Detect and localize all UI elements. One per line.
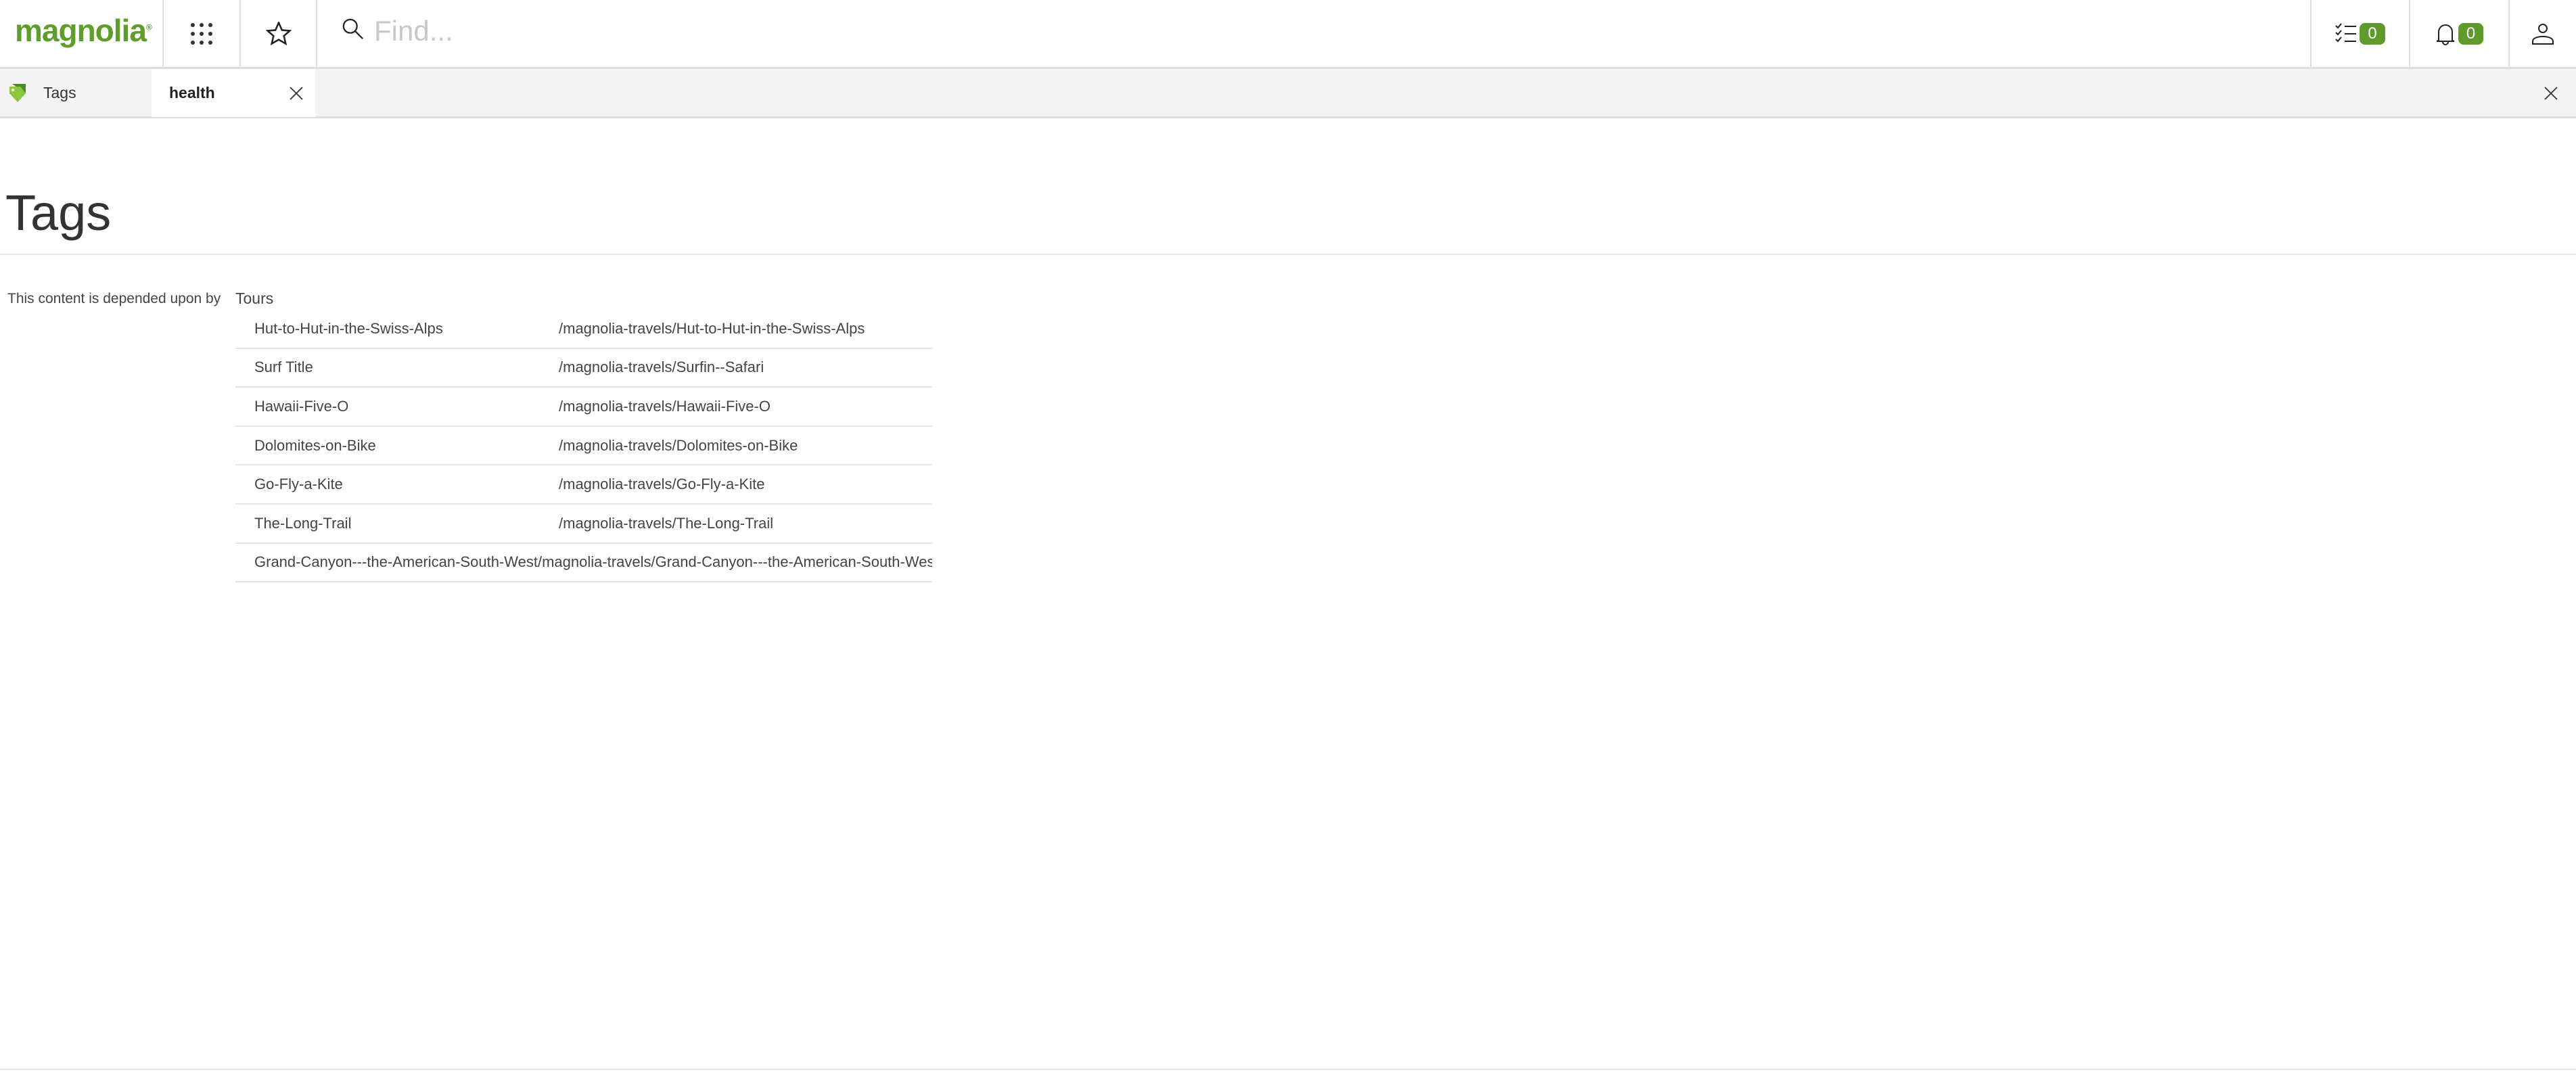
divider: [0, 1069, 2576, 1070]
tasks-count-badge: 0: [2360, 23, 2385, 45]
dependency-name: Hawaii-Five-O: [254, 397, 349, 415]
tab-label: Tags: [43, 83, 76, 101]
favorites-button[interactable]: [241, 0, 316, 68]
tasks-button[interactable]: 0: [2312, 0, 2409, 68]
tasks-icon: [2335, 23, 2357, 43]
page-title: Tags: [5, 185, 112, 241]
dependency-path: /magnolia-travels/Surfin--Safari: [559, 359, 764, 376]
dependency-name: Dolomites-on-Bike: [254, 436, 376, 454]
star-icon: [265, 22, 292, 46]
dependency-name: The-Long-Trail: [254, 514, 352, 532]
table-row[interactable]: The-Long-Trail/magnolia-travels/The-Long…: [235, 505, 932, 544]
table-row[interactable]: Hut-to-Hut-in-the-Swiss-Alps/magnolia-tr…: [235, 310, 932, 349]
close-icon[interactable]: [290, 86, 303, 100]
table-row[interactable]: Surf Title/magnolia-travels/Surfin--Safa…: [235, 349, 932, 388]
logo-text: magnolia: [15, 13, 147, 48]
tab-tags[interactable]: Tags: [0, 69, 150, 116]
dependency-path: /magnolia-travels/Hawaii-Five-O: [559, 397, 770, 415]
grid-icon: [191, 23, 212, 45]
tab-health[interactable]: health: [152, 69, 315, 117]
notifications-button[interactable]: 0: [2410, 0, 2508, 68]
tab-label: health: [169, 84, 215, 101]
search-input[interactable]: Find...: [374, 15, 453, 47]
bell-icon: [2436, 24, 2455, 45]
dependency-table: Hut-to-Hut-in-the-Swiss-Alps/magnolia-tr…: [235, 310, 932, 583]
close-all-tabs-icon[interactable]: [2544, 87, 2558, 100]
dependency-path: /magnolia-travels/Hut-to-Hut-in-the-Swis…: [559, 319, 865, 337]
dependency-name: Grand-Canyon---the-American-South-West: [254, 553, 538, 571]
table-row[interactable]: Dolomites-on-Bike/magnolia-travels/Dolom…: [235, 427, 932, 466]
dependency-path: /magnolia-travels/Dolomites-on-Bike: [559, 436, 798, 454]
dependency-label: This content is depended upon by: [7, 291, 221, 306]
dependency-name: Hut-to-Hut-in-the-Swiss-Alps: [254, 319, 443, 337]
table-row[interactable]: Hawaii-Five-O/magnolia-travels/Hawaii-Fi…: [235, 388, 932, 427]
dependency-path: /magnolia-travels/Go-Fly-a-Kite: [559, 476, 765, 493]
user-icon: [2532, 24, 2554, 45]
tab-bar: Tags health: [0, 69, 2576, 118]
tag-icon: [9, 84, 26, 102]
divider: [0, 254, 2576, 255]
magnolia-logo[interactable]: magnolia®: [15, 12, 152, 49]
table-row[interactable]: Go-Fly-a-Kite/magnolia-travels/Go-Fly-a-…: [235, 465, 932, 505]
dependency-group-title: Tours: [235, 290, 274, 307]
search-icon: [342, 18, 363, 39]
app-launcher-button[interactable]: [164, 0, 239, 68]
table-row[interactable]: Grand-Canyon---the-American-South-West/m…: [235, 544, 932, 583]
notifications-count-badge: 0: [2458, 23, 2484, 45]
dependency-name: Surf Title: [254, 359, 313, 376]
dependency-path: /magnolia-travels/Grand-Canyon---the-Ame…: [537, 553, 932, 571]
dependency-path: /magnolia-travels/The-Long-Trail: [559, 514, 774, 532]
dependency-name: Go-Fly-a-Kite: [254, 476, 343, 493]
user-menu-button[interactable]: [2510, 0, 2576, 68]
top-bar: magnolia® Find... 0 0: [0, 0, 2576, 69]
divider: [316, 0, 317, 68]
